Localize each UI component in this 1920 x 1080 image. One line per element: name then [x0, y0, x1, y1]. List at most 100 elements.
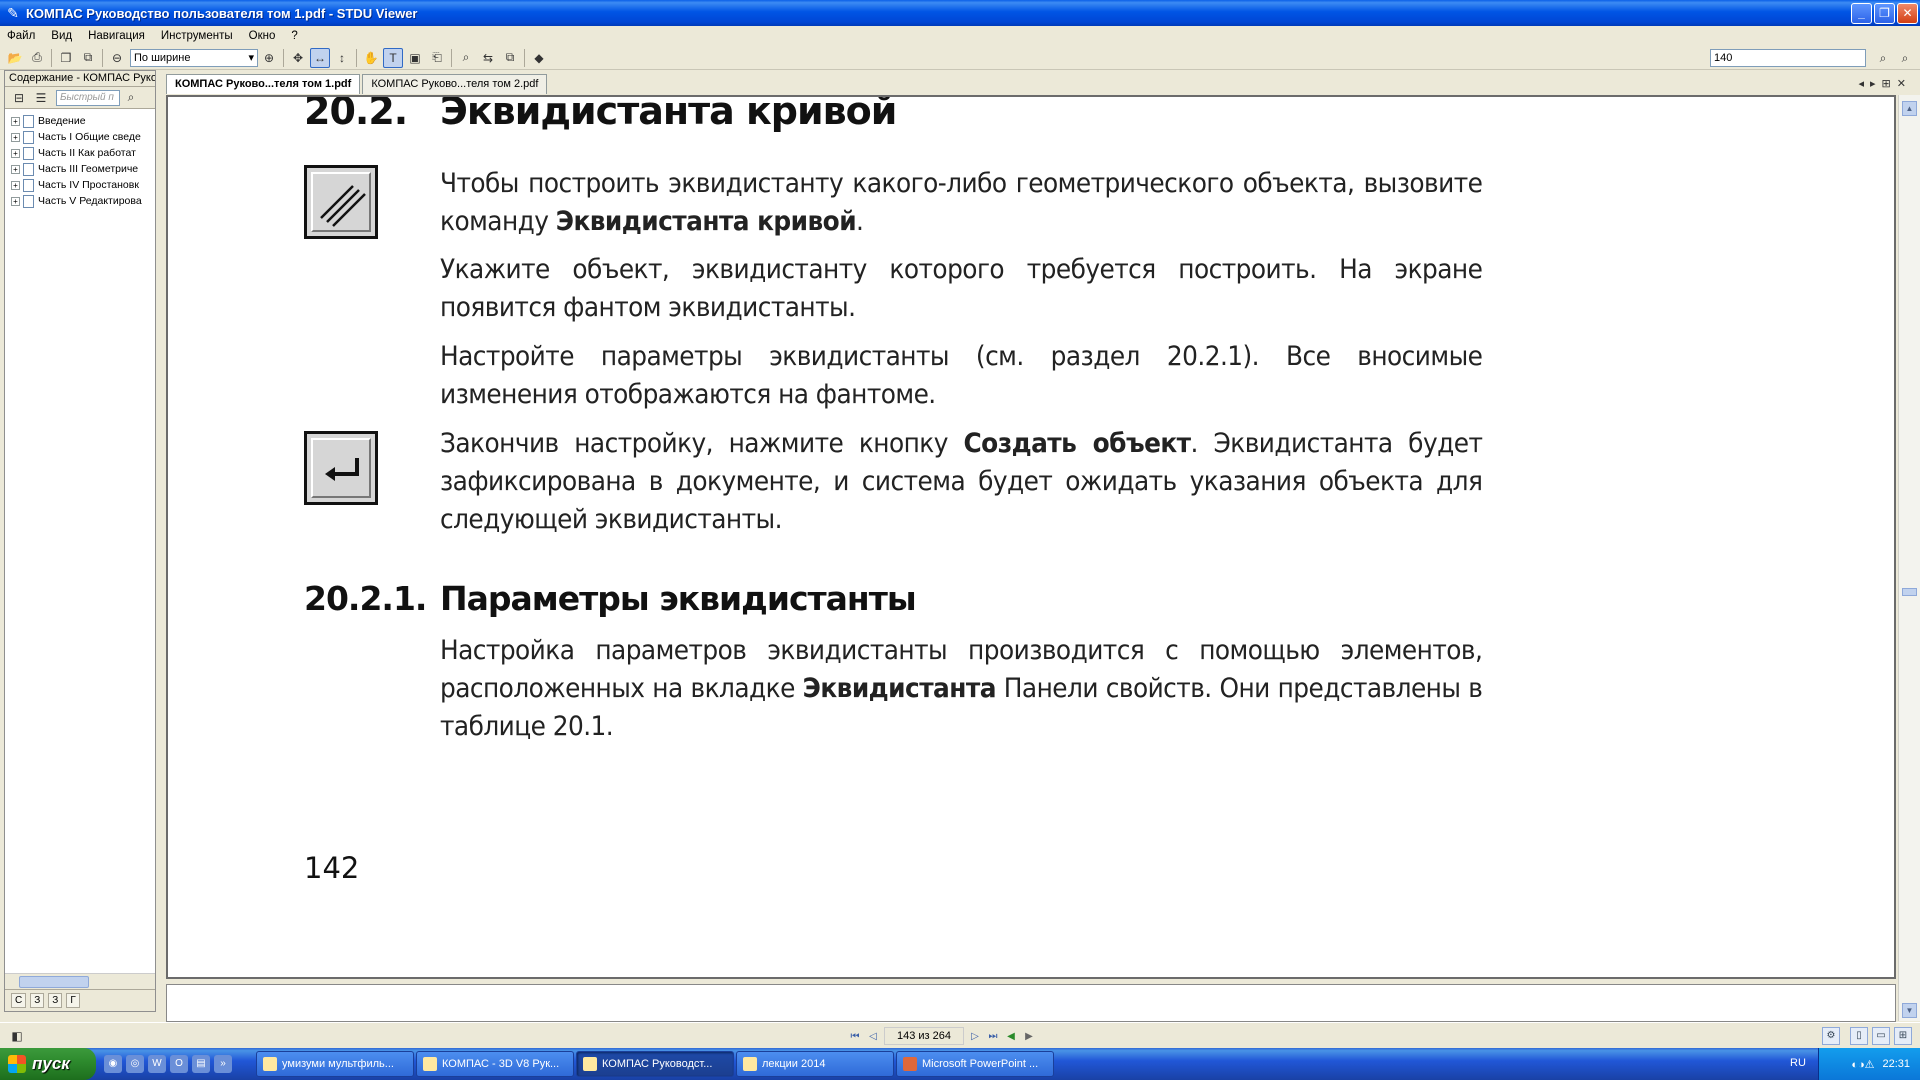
pages-icon[interactable]: ⧉: [500, 48, 520, 68]
tray-icons[interactable]: ◐◑⚠: [1851, 1058, 1874, 1071]
hand-tool-icon[interactable]: ✋: [361, 48, 381, 68]
word-icon[interactable]: W: [148, 1055, 166, 1073]
tree-item-label: Часть III Геометриче: [38, 163, 139, 175]
tree-options-icon[interactable]: ☰: [31, 88, 51, 108]
minimize-button[interactable]: _: [1851, 2, 1872, 24]
forward-icon[interactable]: ▶: [1022, 1029, 1036, 1043]
panel-toggle-icon[interactable]: ◧: [7, 1026, 27, 1046]
page-number-field[interactable]: 143 из 264: [884, 1027, 964, 1045]
tab-bookmarks[interactable]: З: [30, 993, 45, 1008]
language-indicator[interactable]: RU: [1790, 1057, 1806, 1069]
expand-icon[interactable]: +: [11, 116, 20, 126]
menu-help[interactable]: ?: [284, 30, 306, 42]
back-icon[interactable]: ◀: [1004, 1029, 1018, 1043]
tree-item[interactable]: + Часть II Как работат: [5, 145, 155, 161]
tab-search[interactable]: Г: [66, 993, 80, 1008]
close-button[interactable]: ✕: [1897, 2, 1918, 24]
fit-width-icon[interactable]: ↔: [310, 47, 330, 68]
next-page-icon[interactable]: ▷: [968, 1029, 982, 1043]
tree-item-label: Часть V Редактирова: [38, 195, 142, 207]
snapshot-icon[interactable]: ⎗: [427, 48, 447, 68]
zoom-out-icon[interactable]: ⊖: [107, 48, 127, 68]
last-page-icon[interactable]: ⏭: [986, 1029, 1000, 1043]
copy-icon[interactable]: ❐: [56, 48, 76, 68]
quick-search-input[interactable]: Быстрый п: [56, 89, 120, 106]
tab-navigation[interactable]: ◂▸⊞✕: [1859, 77, 1912, 90]
tree-item[interactable]: + Часть III Геометриче: [5, 161, 155, 177]
two-page-view-icon[interactable]: ▭: [1872, 1027, 1890, 1045]
task-button-2[interactable]: КОМПАС - 3D V8 Рук...: [416, 1051, 574, 1077]
bookmark-icon[interactable]: ◆: [529, 48, 549, 68]
quick-search-icon[interactable]: ⌕: [121, 88, 141, 108]
zoom-mode-select[interactable]: По ширине ▾: [130, 48, 258, 67]
settings-icon[interactable]: ⚙: [1822, 1027, 1840, 1045]
task-label: умизуми мультфиль...: [282, 1058, 394, 1070]
tree-item[interactable]: + Часть IV Простановк: [5, 177, 155, 193]
menu-navigation[interactable]: Навигация: [81, 30, 154, 42]
search-input[interactable]: 140: [1710, 49, 1866, 67]
expand-icon[interactable]: +: [11, 148, 20, 158]
viewer-icon: [583, 1057, 597, 1071]
contents-panel-tools: ⊟ ☰ Быстрый п ⌕: [5, 87, 155, 109]
text-select-icon[interactable]: T: [383, 47, 403, 68]
folder-icon: [743, 1057, 757, 1071]
contents-horizontal-scrollbar[interactable]: [5, 973, 155, 989]
task-button-4[interactable]: лекции 2014: [736, 1051, 894, 1077]
scrollbar-thumb[interactable]: [1902, 588, 1917, 596]
scrollbar-thumb[interactable]: [19, 976, 89, 988]
expand-icon[interactable]: +: [11, 180, 20, 190]
print-icon[interactable]: ⎙: [27, 48, 47, 68]
menu-tools[interactable]: Инструменты: [154, 30, 242, 42]
single-page-view-icon[interactable]: ▯: [1850, 1027, 1868, 1045]
document-icon: [23, 178, 34, 192]
previous-page-icon[interactable]: ◁: [866, 1029, 880, 1043]
task-button-3[interactable]: КОМПАС Руководст...: [576, 1051, 734, 1077]
expand-icon[interactable]: +: [11, 164, 20, 174]
chevron-down-icon: ▾: [248, 52, 254, 64]
replace-icon[interactable]: ⇆: [478, 48, 498, 68]
icon-bevel: [311, 172, 371, 232]
scroll-up-icon[interactable]: ▲: [1902, 101, 1917, 116]
start-button[interactable]: пуск: [0, 1048, 96, 1080]
firefox-icon[interactable]: ◉: [104, 1055, 122, 1073]
tab-thumbnails[interactable]: З: [48, 993, 63, 1008]
tab-document-2[interactable]: КОМПАС Руково...теля том 2.pdf: [362, 74, 548, 94]
document-viewport[interactable]: 20.2. Эквидистанта кривой Чтобы построит…: [166, 95, 1896, 979]
tree-item[interactable]: + Часть V Редактирова: [5, 193, 155, 209]
find-icon[interactable]: ⌕: [456, 48, 476, 68]
task-button-1[interactable]: умизуми мультфиль...: [256, 1051, 414, 1077]
image-select-icon[interactable]: ▣: [405, 48, 425, 68]
first-page-icon[interactable]: ⏮: [848, 1029, 862, 1043]
grid-view-icon[interactable]: ⊞: [1894, 1027, 1912, 1045]
expand-icon[interactable]: +: [11, 132, 20, 142]
find-next-icon[interactable]: ⌕: [1873, 48, 1893, 68]
notepad-icon[interactable]: ▤: [192, 1055, 210, 1073]
maximize-button[interactable]: ❐: [1874, 2, 1895, 24]
fit-height-icon[interactable]: ↕: [332, 48, 352, 68]
chrome-icon[interactable]: ◎: [126, 1055, 144, 1073]
expand-icon[interactable]: +: [11, 196, 20, 206]
opera-icon[interactable]: O: [170, 1055, 188, 1073]
tree-item-label: Часть IV Простановк: [38, 179, 139, 191]
find-options-icon[interactable]: ⌕: [1895, 48, 1915, 68]
scroll-down-icon[interactable]: ▼: [1902, 1003, 1917, 1018]
export-icon[interactable]: ⧉: [78, 48, 98, 68]
menu-file[interactable]: Файл: [0, 30, 44, 42]
enter-arrow-icon: [325, 458, 359, 481]
menu-view[interactable]: Вид: [44, 30, 81, 42]
tree-collapse-icon[interactable]: ⊟: [9, 88, 29, 108]
more-icon[interactable]: »: [214, 1055, 232, 1073]
zoom-in-icon[interactable]: ⊕: [259, 48, 279, 68]
tab-document-1[interactable]: КОМПАС Руково...теля том 1.pdf: [166, 74, 361, 94]
tab-contents[interactable]: С: [11, 993, 27, 1008]
tree-item[interactable]: + Часть I Общие сведе: [5, 129, 155, 145]
tree-item[interactable]: + Введение: [5, 113, 155, 129]
menu-window[interactable]: Окно: [242, 30, 285, 42]
open-folder-icon[interactable]: 📂: [5, 48, 25, 68]
app-icon: ✎: [7, 5, 19, 21]
powerpoint-icon: [903, 1057, 917, 1071]
task-button-5[interactable]: Microsoft PowerPoint ...: [896, 1051, 1054, 1077]
tree-item-label: Часть II Как работат: [38, 147, 136, 159]
fit-page-icon[interactable]: ✥: [288, 48, 308, 68]
document-vertical-scrollbar[interactable]: ▲ ▼: [1898, 95, 1920, 1021]
